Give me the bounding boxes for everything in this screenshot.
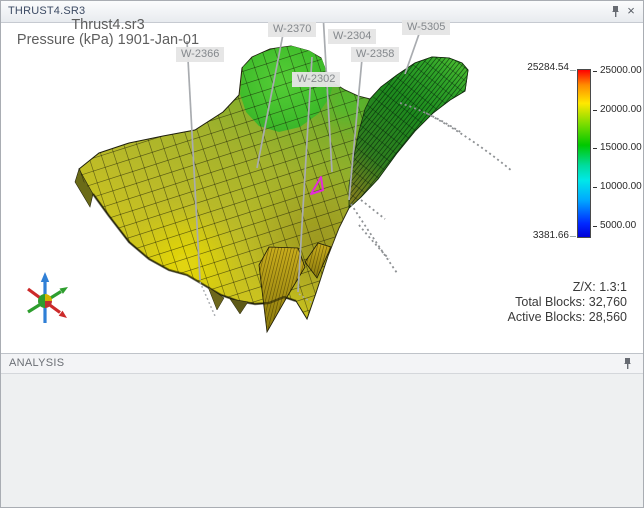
viewport-caption: Thrust4.sr3 Pressure (kPa) 1901-Jan-01 (9, 18, 207, 48)
property-and-date: Pressure (kPa) 1901-Jan-01 (16, 32, 200, 48)
colorbar-max-value: 25284.54 (527, 62, 569, 73)
well-label-w2358[interactable]: W-2358 (351, 47, 400, 62)
grid-info: Z/X: 1.3:1 Total Blocks: 32,760 Active B… (507, 280, 627, 325)
total-blocks: Total Blocks: 32,760 (515, 295, 627, 309)
well-label-w5305[interactable]: W-5305 (402, 20, 451, 35)
colorbar-min-value: 3381.66 (532, 230, 569, 241)
colorbar-tick-mark (593, 110, 597, 111)
well-label-w2370[interactable]: W-2370 (268, 22, 317, 37)
analysis-title: ANALYSIS (9, 357, 65, 369)
active-blocks: Active Blocks: 28,560 (507, 310, 627, 324)
colorbar-tick-label: 10000.00 (600, 181, 642, 192)
colorbar-min-leader (570, 236, 576, 237)
colorbar-tick-label: 5000.00 (600, 220, 637, 231)
well-label-w2304[interactable]: W-2304 (328, 29, 377, 44)
analysis-panel: Add Filter ✓ Custom Slab (10:30, 20:40, … (1, 374, 643, 507)
colorbar-tick-mark (593, 71, 597, 72)
well-label-w2366[interactable]: W-2366 (176, 47, 225, 62)
pin-icon[interactable] (609, 5, 622, 19)
dataset-name: Thrust4.sr3 (71, 17, 145, 33)
window-title: THRUST4.SR3 (8, 5, 86, 17)
zx-ratio: Z/X: 1.3:1 (572, 280, 627, 294)
colorbar-tick-label: 15000.00 (600, 142, 642, 153)
colorbar-tick-mark (593, 187, 597, 188)
close-icon[interactable]: × (624, 3, 638, 19)
analysis-titlebar: ANALYSIS (1, 353, 643, 374)
colorbar-max-leader (570, 70, 576, 71)
colorbar-tick-mark (593, 148, 597, 149)
well-label-w2302[interactable]: W-2302 (292, 72, 341, 87)
colorbar-tick-label: 25000.00 (600, 65, 642, 76)
colorbar-tick-label: 20000.00 (600, 104, 642, 115)
colorbar[interactable] (577, 69, 591, 238)
analysis-pin-icon[interactable] (621, 357, 634, 371)
application-window: THRUST4.SR3 × Thrust4.sr3 Pressure (kPa)… (0, 0, 644, 508)
axis-triad-icon[interactable] (27, 272, 68, 323)
colorbar-tick-mark (593, 226, 597, 227)
